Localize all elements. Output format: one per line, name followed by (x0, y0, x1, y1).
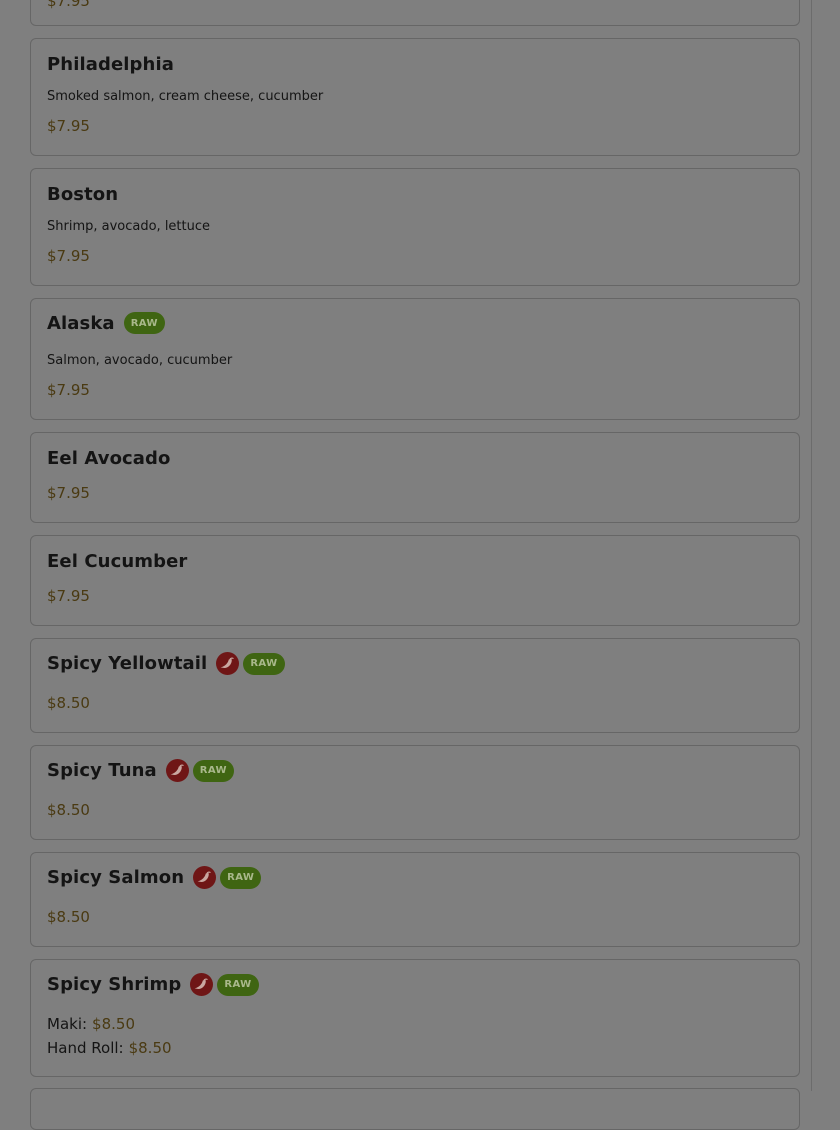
item-price: $7.95 (47, 381, 90, 399)
item-price: $7.95 (47, 484, 90, 502)
item-name: Spicy Shrimp (47, 974, 182, 995)
price-line-hand-roll: Hand Roll: $8.50 (47, 1039, 172, 1057)
item-description: Shrimp, avocado, lettuce (47, 219, 211, 234)
item-name: Philadelphia (47, 54, 174, 75)
item-name: Spicy Yellowtail (47, 653, 208, 674)
item-price: $7.95 (47, 247, 90, 265)
scrollbar-track[interactable] (811, 0, 812, 1091)
menu-item-card[interactable]: Spicy Shrimp RAW Maki: $8.50 Hand Roll: … (30, 959, 800, 1077)
item-name: Eel Avocado (47, 448, 171, 469)
item-name: Spicy Salmon (47, 867, 185, 888)
item-price: $8.50 (47, 694, 90, 712)
chili-pepper-icon (216, 652, 240, 675)
item-description: Salmon, avocado, cucumber (47, 353, 233, 368)
raw-badge: RAW (192, 759, 234, 782)
item-price: $8.50 (47, 801, 90, 819)
item-name: Boston (47, 184, 119, 205)
menu-item-card[interactable]: Eel Avocado $7.95 (30, 432, 800, 523)
price-label: Maki: (47, 1015, 88, 1033)
chili-pepper-icon (193, 866, 217, 889)
chili-pepper-icon (190, 973, 214, 996)
raw-badge: RAW (217, 973, 259, 996)
price-line-maki: Maki: $8.50 (47, 1015, 135, 1033)
raw-badge: RAW (220, 866, 262, 889)
menu-item-card[interactable]: Alaska RAW Salmon, avocado, cucumber $7.… (30, 298, 800, 420)
item-price: $7.95 (47, 587, 90, 605)
item-price: $8.50 (128, 1039, 172, 1057)
raw-badge: RAW (243, 652, 285, 675)
price-label: Hand Roll: (47, 1039, 124, 1057)
item-description: Smoked salmon, cream cheese, cucumber (47, 89, 324, 104)
item-price: $7.95 (47, 117, 90, 135)
menu-item-card[interactable]: Boston Shrimp, avocado, lettuce $7.95 (30, 168, 800, 286)
item-name: Eel Cucumber (47, 551, 188, 572)
raw-badge: RAW (123, 312, 165, 334)
menu-item-card[interactable]: Eel Cucumber $7.95 (30, 535, 800, 626)
item-price: $8.50 (92, 1015, 135, 1033)
menu-item-card[interactable]: $7.95 (30, 0, 800, 26)
menu-item-card[interactable]: Philadelphia Smoked salmon, cream cheese… (30, 38, 800, 156)
menu-item-card[interactable] (30, 1088, 800, 1130)
item-price: $8.50 (47, 908, 90, 926)
chili-pepper-icon (165, 759, 189, 782)
item-price: $7.95 (47, 0, 90, 10)
item-name: Alaska (47, 312, 115, 334)
menu-item-card[interactable]: Spicy Salmon RAW $8.50 (30, 852, 800, 947)
menu-item-card[interactable]: Spicy Tuna RAW $8.50 (30, 745, 800, 840)
item-name: Spicy Tuna (47, 760, 157, 781)
menu-item-card[interactable]: Spicy Yellowtail RAW $8.50 (30, 638, 800, 733)
